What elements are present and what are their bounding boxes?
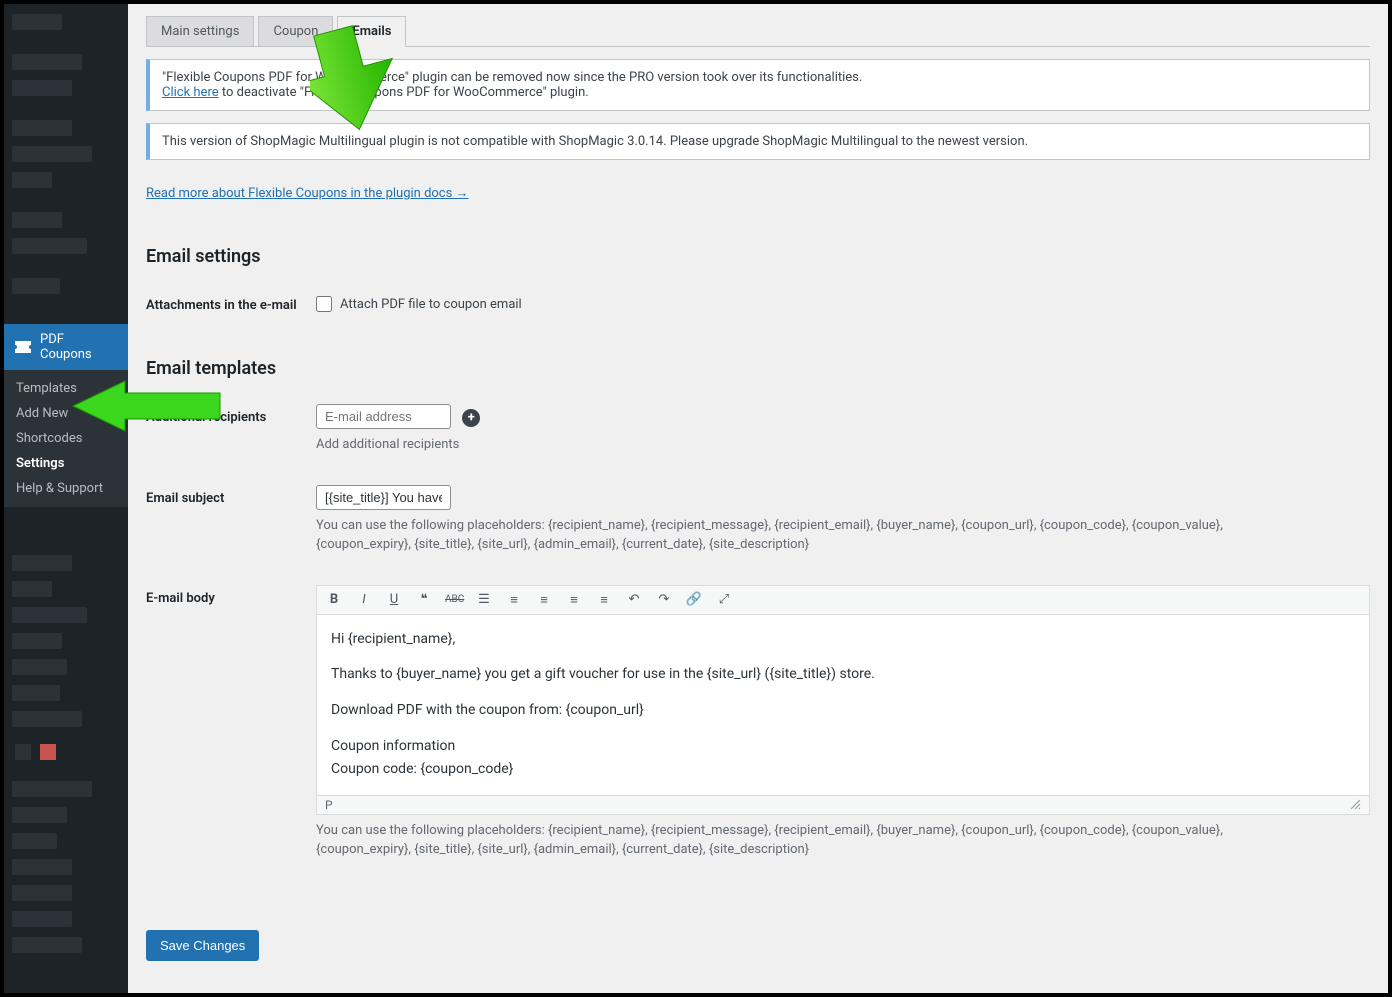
editor-content[interactable]: Hi {recipient_name}, Thanks to {buyer_na… bbox=[317, 615, 1369, 795]
submenu-shortcodes[interactable]: Shortcodes bbox=[4, 426, 128, 451]
sidebar-item-redacted[interactable] bbox=[12, 937, 82, 953]
settings-tabs: Main settings Coupon Emails bbox=[146, 16, 1370, 47]
sidebar-item-redacted[interactable] bbox=[12, 278, 60, 294]
notice-deactivate-plugin: "Flexible Coupons PDF for WooCommerce" p… bbox=[146, 59, 1370, 111]
sidebar-item-redacted[interactable] bbox=[12, 711, 82, 727]
sidebar-item-redacted[interactable] bbox=[12, 833, 57, 849]
sidebar-item-redacted[interactable] bbox=[12, 172, 52, 188]
redo-button[interactable]: ↷ bbox=[655, 592, 673, 607]
submenu-settings[interactable]: Settings bbox=[4, 451, 128, 476]
submenu-help-support[interactable]: Help & Support bbox=[4, 476, 128, 501]
sidebar-item-redacted[interactable] bbox=[12, 146, 92, 162]
underline-button[interactable]: U bbox=[385, 592, 403, 607]
docs-link[interactable]: Read more about Flexible Coupons in the … bbox=[146, 185, 469, 201]
body-line: Download PDF with the coupon from: {coup… bbox=[331, 700, 1355, 722]
notice-text-post: to deactivate "Flexible Coupons PDF for … bbox=[219, 85, 589, 100]
sidebar-item-redacted[interactable] bbox=[12, 14, 62, 30]
notice-shopmagic-compat: This version of ShopMagic Multilingual p… bbox=[146, 123, 1370, 160]
body-help: You can use the following placeholders: … bbox=[316, 821, 1256, 860]
bold-button[interactable]: B bbox=[325, 592, 343, 607]
resize-handle-icon[interactable] bbox=[1349, 798, 1361, 810]
attach-pdf-checkbox-wrap[interactable]: Attach PDF file to coupon email bbox=[316, 292, 1370, 312]
body-line: Coupon information bbox=[331, 736, 1355, 758]
field-label-subject: Email subject bbox=[146, 485, 316, 506]
editor-toolbar: B I U ❝ ABC ☰ ≡ ≡ ≡ ≡ ↶ ↷ 🔗 ⤢ bbox=[317, 586, 1369, 615]
sidebar-item-redacted[interactable] bbox=[12, 80, 72, 96]
save-changes-button[interactable]: Save Changes bbox=[146, 930, 259, 961]
sidebar-item-redacted[interactable] bbox=[12, 212, 62, 228]
sidebar-item-redacted[interactable] bbox=[12, 555, 72, 571]
section-email-templates-title: Email templates bbox=[146, 358, 1370, 379]
editor-status-bar: P bbox=[317, 795, 1369, 814]
admin-sidebar: PDF Coupons Templates Add New Shortcodes… bbox=[4, 4, 128, 993]
sidebar-submenu: Templates Add New Shortcodes Settings He… bbox=[4, 370, 128, 507]
sidebar-item-redacted[interactable] bbox=[12, 807, 67, 823]
fullscreen-button[interactable]: ⤢ bbox=[715, 592, 733, 607]
recipients-help: Add additional recipients bbox=[316, 435, 1256, 455]
tab-coupon[interactable]: Coupon bbox=[258, 16, 333, 47]
tab-emails[interactable]: Emails bbox=[337, 16, 406, 47]
submenu-add-new[interactable]: Add New bbox=[4, 401, 128, 426]
bullet-list-button[interactable]: ☰ bbox=[475, 592, 493, 607]
body-line: Thanks to {buyer_name} you get a gift vo… bbox=[331, 664, 1355, 686]
notice-text: "Flexible Coupons PDF for WooCommerce" p… bbox=[162, 70, 862, 85]
sidebar-item-redacted[interactable] bbox=[12, 581, 52, 597]
email-body-editor: B I U ❝ ABC ☰ ≡ ≡ ≡ ≡ ↶ ↷ 🔗 ⤢ bbox=[316, 585, 1370, 815]
sidebar-item-redacted[interactable] bbox=[12, 885, 72, 901]
italic-button[interactable]: I bbox=[355, 592, 373, 607]
recipient-email-input[interactable] bbox=[316, 404, 451, 429]
tab-main-settings[interactable]: Main settings bbox=[146, 16, 254, 47]
main-content: Main settings Coupon Emails "Flexible Co… bbox=[128, 4, 1388, 993]
notice-text: This version of ShopMagic Multilingual p… bbox=[162, 134, 1028, 149]
sidebar-item-redacted[interactable] bbox=[12, 633, 62, 649]
blockquote-button[interactable]: ❝ bbox=[415, 592, 433, 607]
sidebar-item-redacted[interactable] bbox=[12, 238, 87, 254]
subject-help: You can use the following placeholders: … bbox=[316, 516, 1256, 555]
body-line: Coupon code: {coupon_code} bbox=[331, 759, 1355, 781]
sidebar-item-pdf-coupons[interactable]: PDF Coupons bbox=[4, 324, 128, 370]
attach-pdf-checkbox[interactable] bbox=[316, 296, 332, 312]
attach-pdf-label: Attach PDF file to coupon email bbox=[340, 297, 522, 312]
field-label-recipients: Additional recipients bbox=[146, 404, 316, 425]
sidebar-item-label: PDF Coupons bbox=[40, 332, 118, 362]
field-label-attachments: Attachments in the e-mail bbox=[146, 292, 316, 313]
body-line: Hi {recipient_name}, bbox=[331, 629, 1355, 651]
link-button[interactable]: 🔗 bbox=[685, 592, 703, 607]
add-recipient-button[interactable]: + bbox=[462, 409, 480, 427]
square-icon bbox=[15, 744, 31, 760]
undo-button[interactable]: ↶ bbox=[625, 592, 643, 607]
align-right-button[interactable]: ≡ bbox=[595, 592, 613, 608]
align-center-button[interactable]: ≡ bbox=[565, 592, 583, 608]
strike-button[interactable]: ABC bbox=[445, 594, 463, 605]
number-list-button[interactable]: ≡ bbox=[505, 592, 523, 608]
sidebar-item-redacted[interactable] bbox=[12, 120, 72, 136]
field-label-body: E-mail body bbox=[146, 585, 316, 606]
ticket-icon bbox=[14, 340, 32, 354]
sidebar-item-redacted[interactable] bbox=[12, 781, 92, 797]
editor-path: P bbox=[325, 798, 333, 812]
sidebar-item-redacted[interactable] bbox=[12, 859, 72, 875]
sidebar-item-redacted[interactable] bbox=[12, 54, 82, 70]
email-subject-input[interactable] bbox=[316, 485, 451, 510]
align-left-button[interactable]: ≡ bbox=[535, 592, 553, 608]
notice-click-here-link[interactable]: Click here bbox=[162, 85, 219, 100]
submenu-templates[interactable]: Templates bbox=[4, 376, 128, 401]
sidebar-item-redacted[interactable] bbox=[12, 685, 60, 701]
sidebar-item-redacted[interactable] bbox=[12, 911, 72, 927]
sidebar-item-redacted[interactable] bbox=[12, 607, 87, 623]
sidebar-item-redacted[interactable] bbox=[12, 659, 67, 675]
square-icon bbox=[40, 744, 56, 760]
section-email-settings-title: Email settings bbox=[146, 246, 1370, 267]
